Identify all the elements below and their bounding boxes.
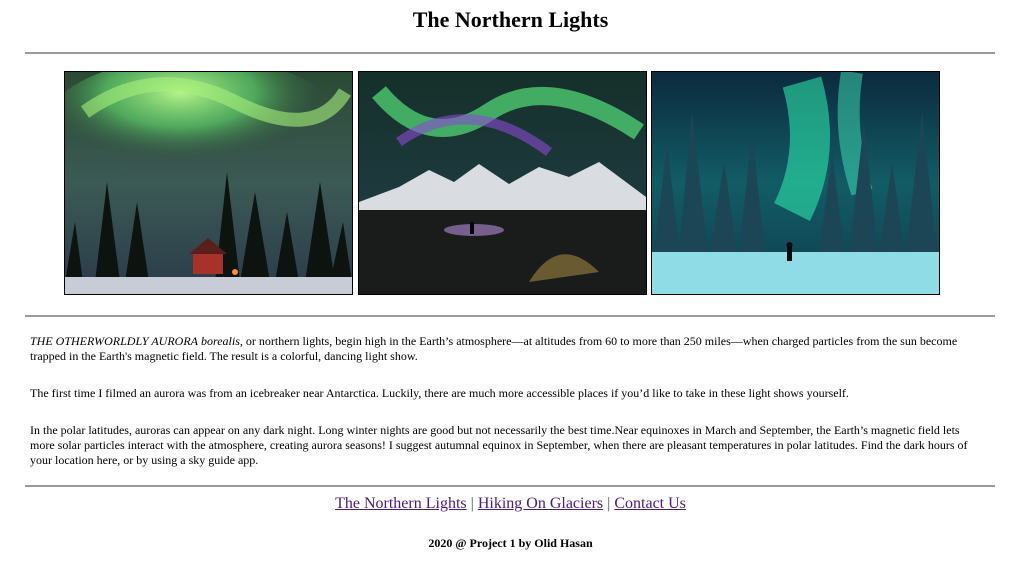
aurora-cabin-photo xyxy=(64,71,353,295)
footer-separator: | xyxy=(607,495,611,512)
paragraph-2-text: The first time I filmed an aurora was fr… xyxy=(30,386,849,400)
aurora-forest-photo xyxy=(651,71,940,295)
footer-link-hiking-on-glaciers[interactable]: Hiking On Glaciers xyxy=(478,495,603,512)
article-paragraph-2: The first time I filmed an aurora was fr… xyxy=(30,386,975,401)
top-divider xyxy=(25,52,995,54)
middle-divider xyxy=(25,315,995,317)
footer-credit: 2020 @ Project 1 by Olid Hasan xyxy=(428,536,593,550)
bottom-divider xyxy=(25,485,995,487)
footer-separator: | xyxy=(470,495,474,512)
article-paragraph-3: In the polar latitudes, auroras can appe… xyxy=(30,423,975,468)
footer-link-contact-us[interactable]: Contact Us xyxy=(614,495,686,512)
aurora-lead-caps: THE OTHERWORLDLY AURORA xyxy=(30,334,198,348)
aurora-mountain-photo xyxy=(358,71,647,295)
paragraph-3-text: In the polar latitudes, auroras can appe… xyxy=(30,423,968,467)
page-title: The Northern Lights xyxy=(412,7,609,32)
article-paragraph-1: THE OTHERWORLDLY AURORA borealis, or nor… xyxy=(30,334,975,364)
footer-link-northern-lights[interactable]: The Northern Lights xyxy=(335,495,467,512)
aurora-lead-italic: borealis, xyxy=(201,334,243,348)
footer-nav: The Northern Lights | Hiking On Glaciers… xyxy=(0,494,1021,514)
